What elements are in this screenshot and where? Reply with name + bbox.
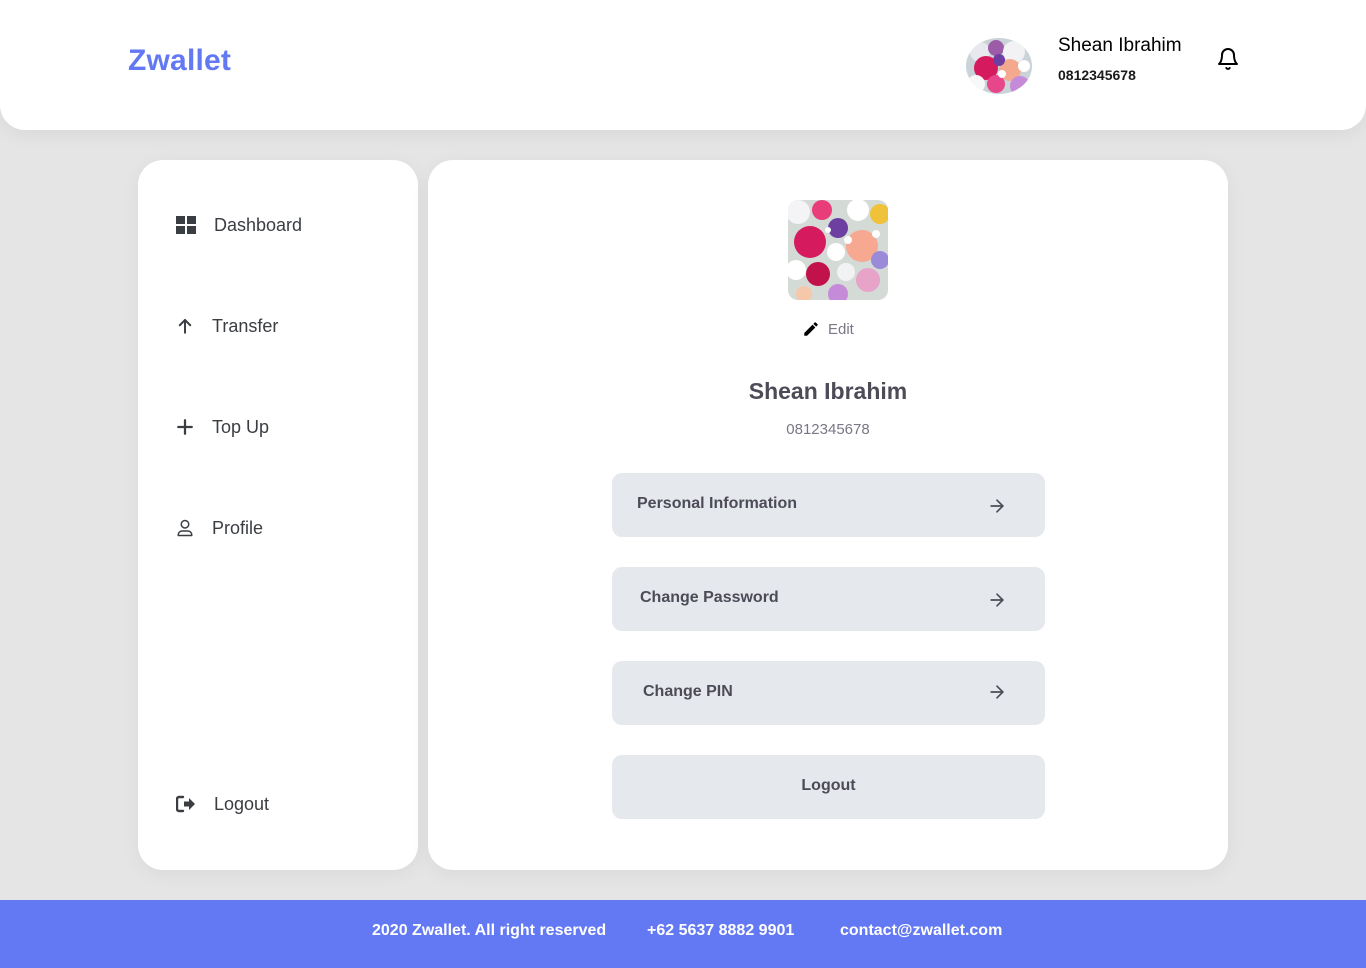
top-header: Zwallet Shean Ibrahim 0812345678 <box>0 0 1366 130</box>
sidebar-item-label: Top Up <box>212 416 270 437</box>
header-avatar[interactable] <box>966 38 1032 94</box>
menu-label: Logout <box>801 777 856 794</box>
sidebar-item-label: Dashboard <box>214 214 303 235</box>
footer-copyright: 2020 Zwallet. All right reserved <box>372 922 607 939</box>
header-user-phone: 0812345678 <box>1058 67 1136 83</box>
bell-icon[interactable] <box>1216 47 1240 71</box>
change-pin-button[interactable]: Change PIN <box>612 661 1045 725</box>
profile-phone: 0812345678 <box>786 421 870 438</box>
sidebar-item-topup[interactable]: Top Up <box>176 412 269 442</box>
profile-avatar[interactable] <box>788 200 888 300</box>
pencil-icon <box>804 322 818 336</box>
menu-label: Change PIN <box>643 683 733 700</box>
sidebar-item-label: Transfer <box>212 315 279 336</box>
edit-profile-button[interactable]: Edit <box>802 318 854 340</box>
sidebar-item-profile[interactable]: Profile <box>176 513 263 543</box>
plus-icon <box>177 419 193 435</box>
sidebar-item-dashboard[interactable]: Dashboard <box>176 210 302 240</box>
footer: 2020 Zwallet. All right reserved +62 563… <box>0 900 1366 968</box>
logout-icon <box>176 795 195 813</box>
sidebar: Dashboard Transfer Top Up Profile Logout <box>138 160 418 870</box>
user-icon <box>177 519 193 537</box>
personal-information-button[interactable]: Personal Information <box>612 473 1045 537</box>
edit-label: Edit <box>828 320 854 338</box>
arrow-right-icon <box>990 593 1004 607</box>
menu-label: Change Password <box>640 589 779 606</box>
arrow-up-icon <box>178 319 192 334</box>
sidebar-item-label: Logout <box>214 793 270 814</box>
arrow-right-icon <box>990 499 1004 513</box>
profile-name: Shean Ibrahim <box>748 378 908 404</box>
menu-label: Personal Information <box>637 495 798 512</box>
avatar-image <box>788 200 888 300</box>
brand-logo[interactable]: Zwallet <box>128 44 231 78</box>
grid-icon <box>176 216 196 234</box>
sidebar-item-transfer[interactable]: Transfer <box>176 311 278 341</box>
header-user-name: Shean Ibrahim <box>1058 35 1182 56</box>
footer-email[interactable]: contact@zwallet.com <box>840 922 1002 940</box>
change-password-button[interactable]: Change Password <box>612 567 1045 631</box>
sidebar-item-label: Profile <box>212 517 264 538</box>
logout-button[interactable]: Logout <box>612 755 1045 819</box>
avatar-image <box>966 38 1032 94</box>
sidebar-item-logout[interactable]: Logout <box>176 789 269 819</box>
profile-card: Edit Shean Ibrahim 0812345678 Personal I… <box>428 160 1228 870</box>
arrow-right-icon <box>990 685 1004 699</box>
footer-phone: +62 5637 8882 9901 <box>647 922 795 939</box>
